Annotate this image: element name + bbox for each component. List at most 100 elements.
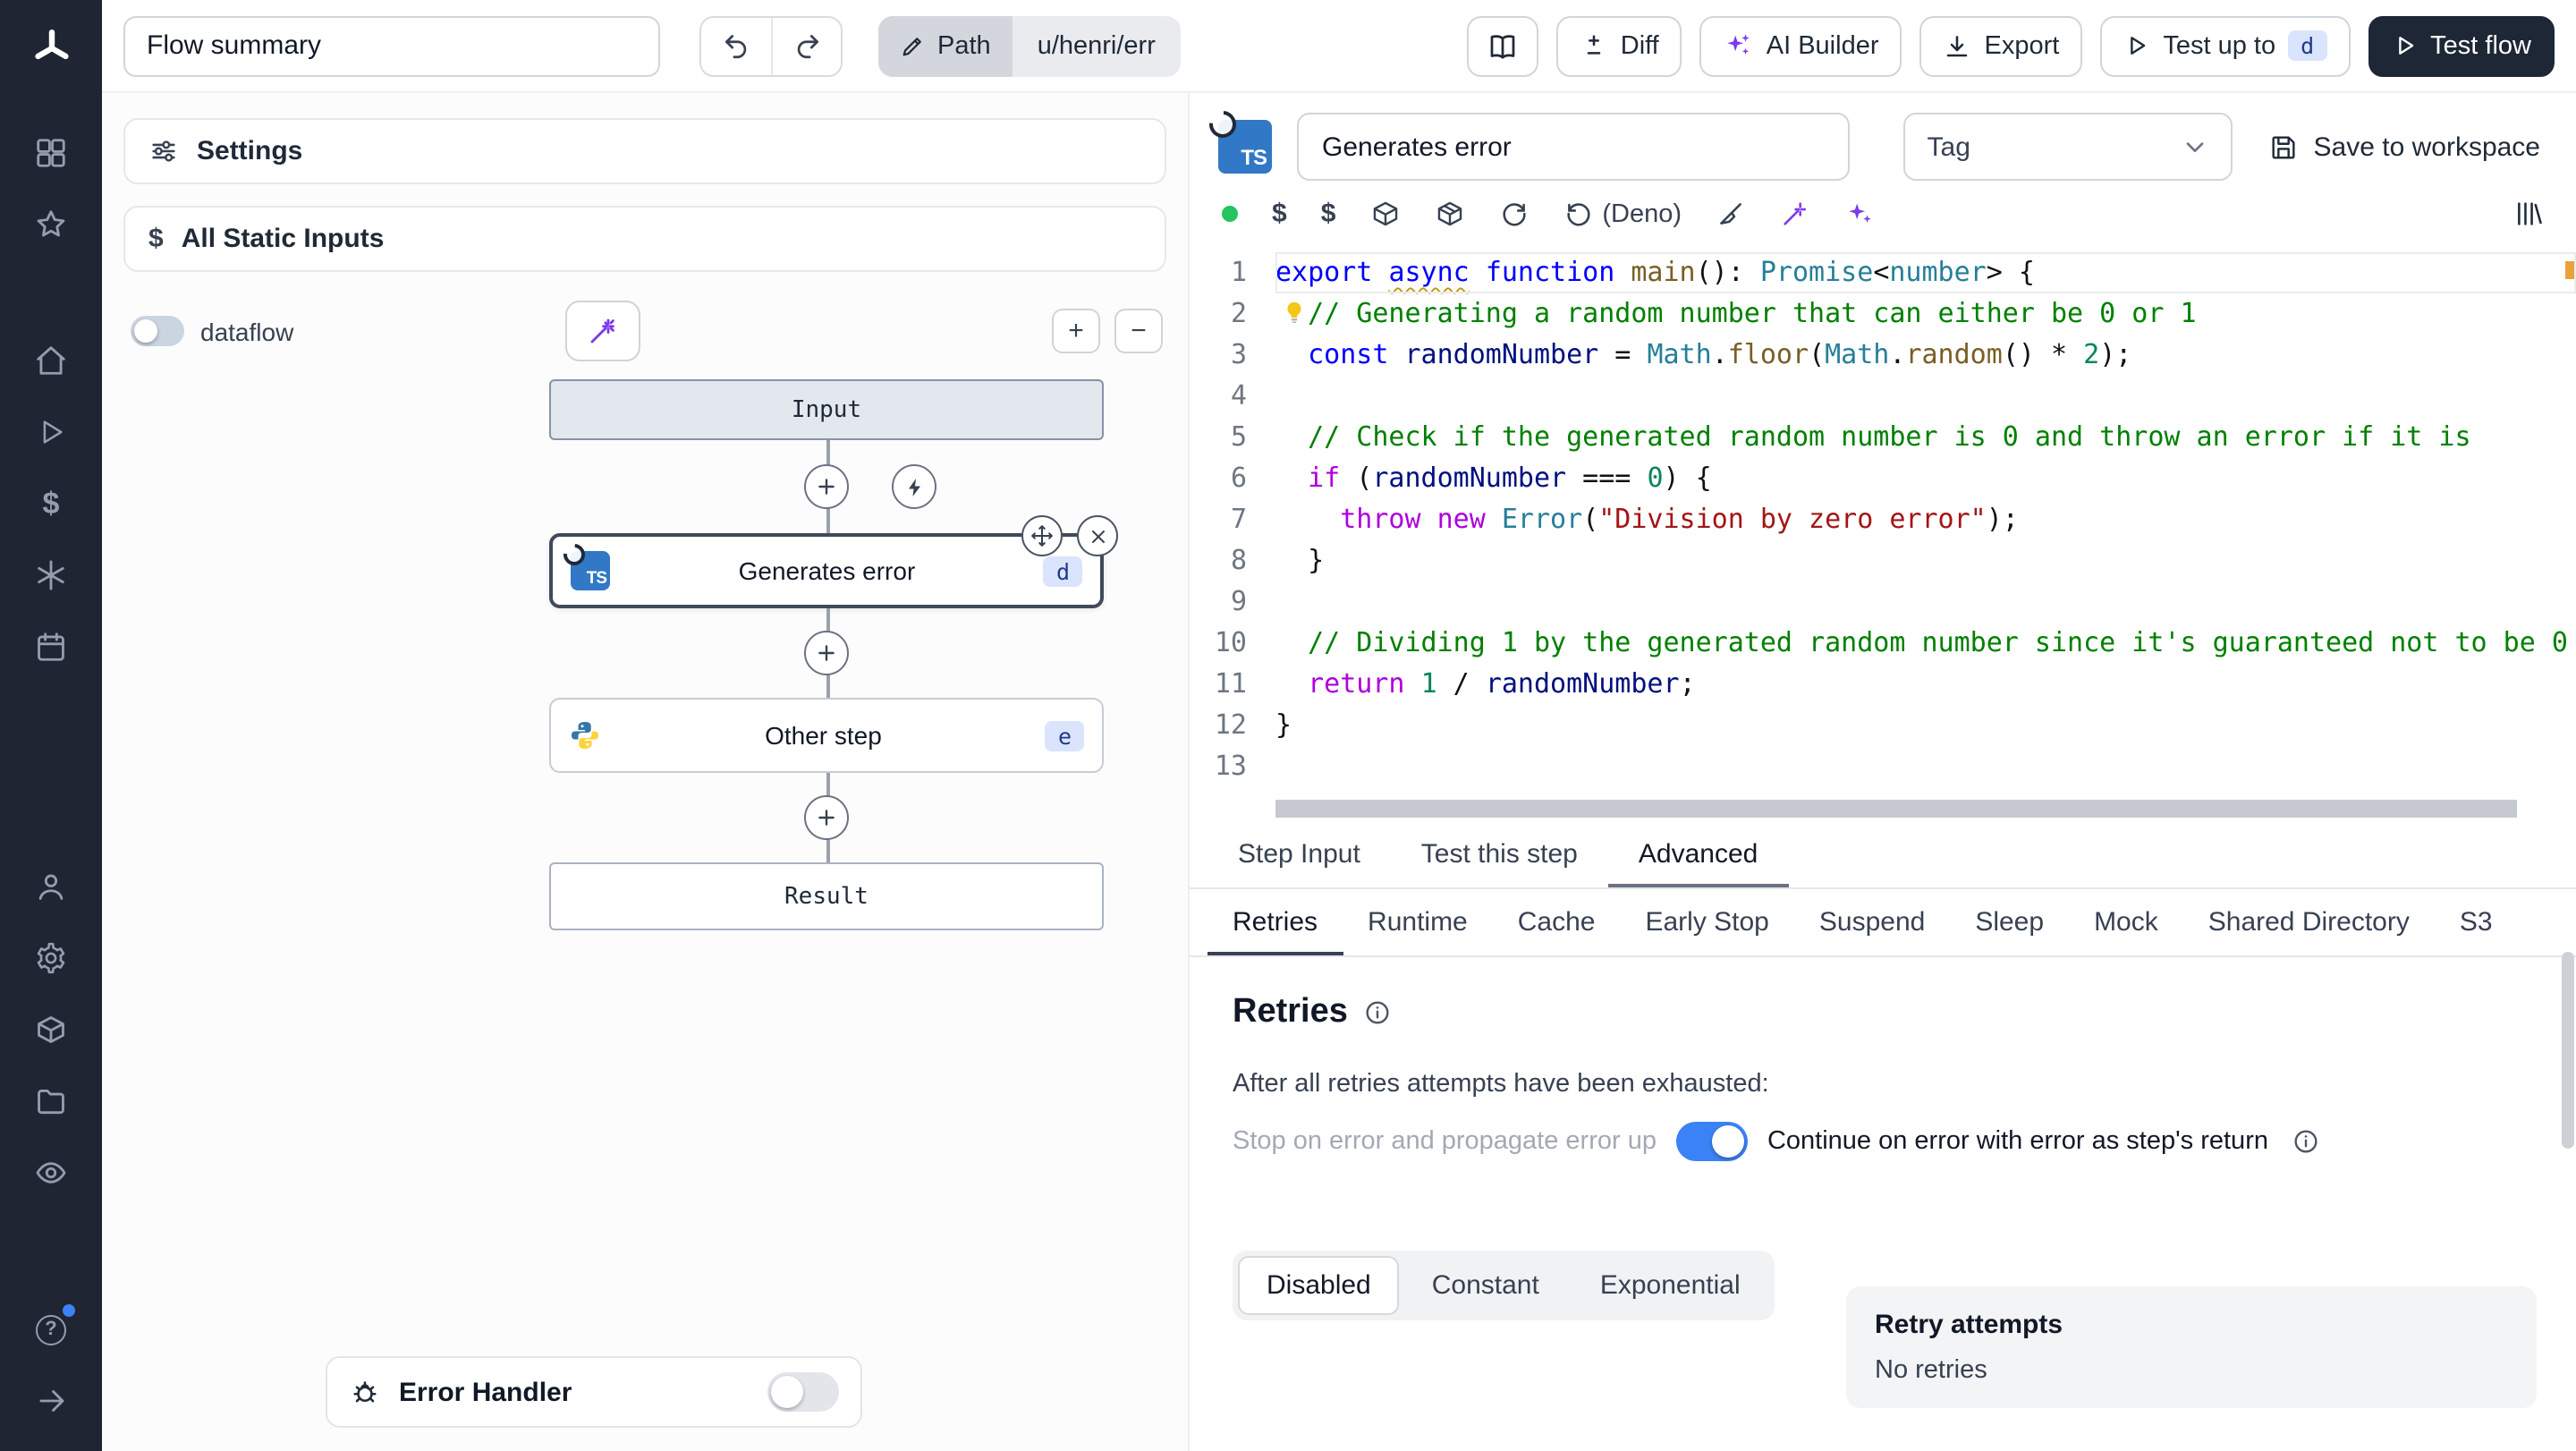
flow-settings-row[interactable]: Settings [123, 118, 1166, 184]
adv-tab-s3[interactable]: S3 [2435, 889, 2518, 955]
dataflow-toggle[interactable] [131, 316, 184, 346]
retry-attempts-title: Retry attempts [1875, 1310, 2063, 1340]
tab-step-input[interactable]: Step Input [1208, 821, 1391, 887]
retry-attempts-value: No retries [1875, 1356, 1987, 1385]
move-step-button[interactable] [1021, 515, 1063, 556]
adv-tab-mock[interactable]: Mock [2069, 889, 2183, 955]
tag-select[interactable]: Tag [1903, 113, 2233, 181]
help-icon[interactable]: ? [15, 1294, 87, 1365]
resource-picker-icon[interactable]: $ [1321, 199, 1336, 229]
line-number: 7 [1230, 503, 1247, 535]
test-up-to-button[interactable]: Test up to d [2100, 15, 2351, 76]
zoom-out-button[interactable]: − [1114, 309, 1163, 353]
line-number: 2 [1230, 297, 1247, 329]
vertical-scrollbar[interactable] [2562, 952, 2574, 1444]
diff-button[interactable]: Diff [1555, 15, 1682, 76]
info-icon[interactable] [1364, 998, 1393, 1027]
expand-sidebar-icon[interactable] [15, 1365, 87, 1437]
line-number: 4 [1230, 379, 1247, 412]
ai-sparkles-icon[interactable] [1844, 199, 1875, 229]
format-broom-icon[interactable] [1716, 199, 1746, 229]
add-step-button[interactable] [804, 631, 849, 675]
adv-tab-runtime[interactable]: Runtime [1343, 889, 1493, 955]
runtime-label: (Deno) [1602, 199, 1682, 228]
flow-result-node[interactable]: Result [549, 862, 1104, 930]
runtime-selector[interactable]: (Deno) [1563, 199, 1682, 229]
step-node-generates-error[interactable]: TS Generates error d [549, 515, 1118, 608]
adv-tab-retries[interactable]: Retries [1208, 889, 1343, 955]
ai-flow-wand-button[interactable] [565, 301, 640, 361]
resources-icon[interactable] [15, 539, 87, 610]
refresh-icon[interactable] [1498, 199, 1529, 229]
loading-spinner [1203, 105, 1242, 144]
schedules-icon[interactable] [15, 610, 87, 682]
code-content[interactable]: export async function main(): Promise<nu… [1275, 252, 2576, 821]
step-node-other-step[interactable]: Other step e [549, 698, 1104, 773]
error-handler-toggle[interactable] [767, 1372, 839, 1412]
library-panel-icon[interactable] [2513, 199, 2544, 229]
add-trigger-button[interactable] [892, 464, 936, 509]
adv-tab-sleep[interactable]: Sleep [1950, 889, 2069, 955]
add-step-button[interactable] [804, 464, 849, 509]
book-icon [1490, 34, 1515, 58]
continue-on-error-toggle[interactable] [1675, 1122, 1748, 1161]
package-icon[interactable] [1369, 199, 1400, 229]
flow-graph-canvas[interactable]: Input TS Generates error d Other step e … [326, 369, 1327, 1451]
variable-picker-icon[interactable]: $ [1272, 199, 1287, 229]
adv-tab-suspend[interactable]: Suspend [1794, 889, 1950, 955]
delete-step-button[interactable] [1077, 515, 1118, 556]
favorites-star-icon[interactable] [15, 188, 87, 259]
home-icon[interactable] [15, 324, 87, 395]
static-inputs-label: All Static Inputs [181, 224, 385, 254]
flow-summary-input[interactable] [123, 15, 660, 76]
settings-gear-icon[interactable] [15, 921, 87, 993]
adv-tab-early-stop[interactable]: Early Stop [1620, 889, 1793, 955]
apps-icon[interactable] [15, 116, 87, 188]
flow-input-node[interactable]: Input [549, 379, 1104, 440]
zoom-in-button[interactable]: + [1052, 309, 1100, 353]
save-icon [2272, 135, 2296, 158]
windmill-logo[interactable] [15, 13, 87, 84]
runs-icon[interactable] [15, 395, 87, 467]
ai-builder-label: AI Builder [1766, 31, 1879, 60]
play-icon [2131, 37, 2146, 55]
workers-icon[interactable] [15, 993, 87, 1065]
save-to-workspace-button[interactable]: Save to workspace [2258, 124, 2551, 169]
flow-graph-panel: Settings $ All Static Inputs dataflow + … [102, 93, 1190, 1451]
path-control[interactable]: Path u/henri/err [878, 15, 1181, 76]
users-icon[interactable] [15, 850, 87, 921]
static-inputs-row[interactable]: $ All Static Inputs [123, 206, 1166, 272]
folders-icon[interactable] [15, 1065, 87, 1136]
path-edit-segment[interactable]: Path [878, 15, 1013, 76]
package-explore-icon[interactable] [1434, 199, 1464, 229]
tab-advanced[interactable]: Advanced [1608, 821, 1788, 887]
adv-tab-cache[interactable]: Cache [1493, 889, 1621, 955]
editor-toolbar: $ $ (Deno) [1190, 193, 2576, 245]
test-flow-button[interactable]: Test flow [2368, 15, 2555, 76]
bolt-icon [908, 478, 919, 496]
undo-button[interactable] [701, 17, 771, 74]
lightbulb-icon[interactable] [1281, 299, 1308, 326]
audit-eye-icon[interactable] [15, 1136, 87, 1208]
python-lang-icon [572, 722, 598, 749]
line-number: 11 [1214, 667, 1247, 700]
undo-icon [725, 35, 747, 59]
redo-button[interactable] [771, 17, 841, 74]
variables-icon[interactable]: $ [15, 467, 87, 539]
ai-builder-button[interactable]: AI Builder [1699, 15, 1902, 76]
add-step-button[interactable] [804, 795, 849, 840]
retry-mode-constant[interactable]: Constant [1403, 1256, 1568, 1315]
step-name-input[interactable] [1297, 113, 1851, 181]
adv-tab-shared-directory[interactable]: Shared Directory [2183, 889, 2435, 955]
retry-mode-exponential[interactable]: Exponential [1572, 1256, 1769, 1315]
code-editor[interactable]: 1 2 3 4 5 6 7 8 9 10 11 12 13 export async function … [1190, 245, 2576, 821]
tab-test-this-step[interactable]: Test this step [1391, 821, 1608, 887]
export-button[interactable]: Export [1919, 15, 2083, 76]
info-icon[interactable] [2292, 1127, 2320, 1156]
stop-on-error-label: Stop on error and propagate error up [1233, 1127, 1657, 1156]
docs-button[interactable] [1466, 15, 1538, 76]
horizontal-scrollbar[interactable] [1275, 800, 2555, 818]
error-handler-row[interactable]: Error Handler [326, 1356, 862, 1428]
ai-wand-icon[interactable] [1780, 199, 1810, 229]
retry-mode-disabled[interactable]: Disabled [1238, 1256, 1400, 1315]
